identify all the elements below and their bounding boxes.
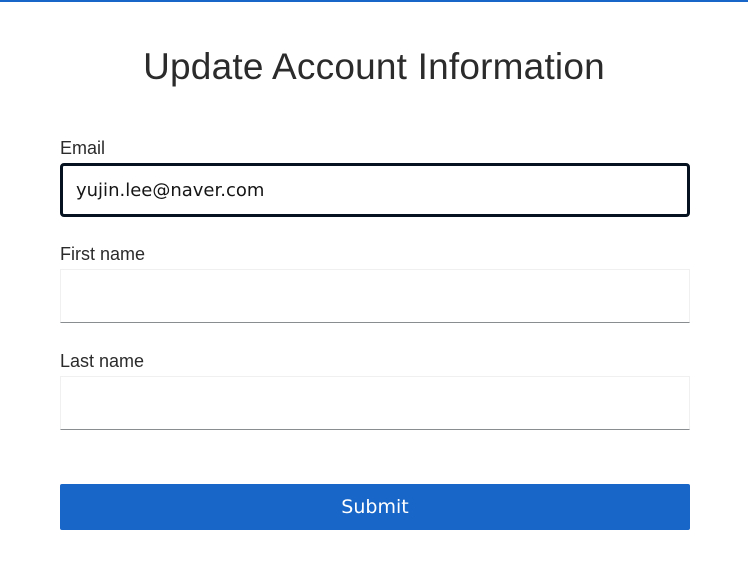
email-field[interactable] — [60, 163, 690, 217]
last-name-label: Last name — [60, 351, 145, 371]
first-name-label: First name — [60, 244, 146, 264]
email-label: Email — [60, 138, 106, 158]
page-title: Update Account Information — [143, 46, 605, 87]
first-name-field[interactable] — [60, 269, 690, 323]
last-name-field[interactable] — [60, 376, 690, 430]
update-account-card: Update Account Information Email First n… — [0, 2, 748, 572]
submit-button[interactable]: Submit — [60, 484, 690, 530]
